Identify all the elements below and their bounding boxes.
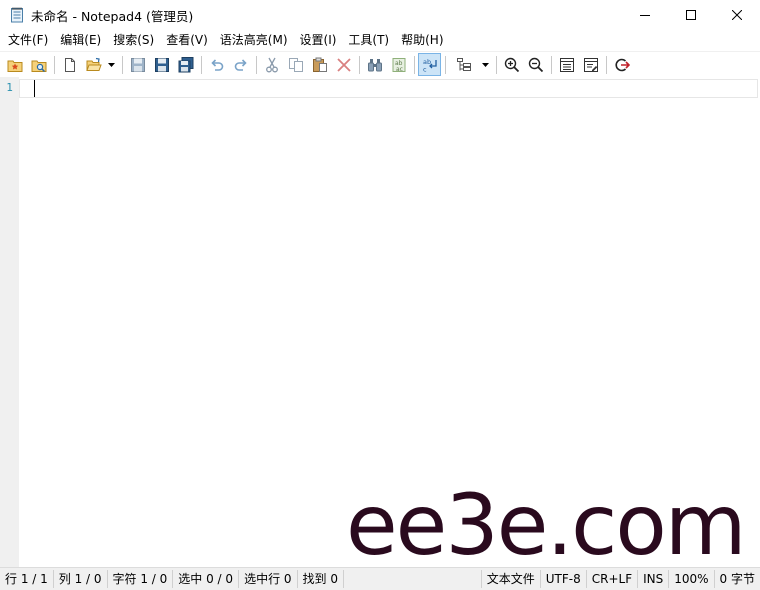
menu-syntax[interactable]: 语法高亮(M): [214, 30, 294, 51]
maximize-button[interactable]: [668, 0, 714, 30]
chevron-down-icon: [481, 62, 489, 67]
line-number: 1: [6, 81, 13, 94]
chevron-down-icon: [107, 62, 115, 67]
cut-icon: [265, 57, 278, 72]
view-icon: [559, 57, 574, 72]
open-recent-dropdown[interactable]: [106, 53, 116, 76]
copy-button[interactable]: [284, 53, 307, 76]
undo-button[interactable]: [205, 53, 228, 76]
menu-view[interactable]: 查看(V): [160, 30, 214, 51]
menu-settings[interactable]: 设置(I): [294, 30, 343, 51]
delete-icon: [336, 57, 351, 72]
toolbar-separator: [54, 55, 55, 74]
toolbar-separator: [201, 55, 202, 74]
delete-button[interactable]: [332, 53, 355, 76]
open-folder-icon: [85, 57, 102, 71]
toolbar-separator: [445, 55, 446, 74]
new-file-icon: [64, 57, 75, 72]
menu-file[interactable]: 文件(F): [2, 30, 54, 51]
toolbar: ab ac ab c: [0, 51, 760, 77]
scheme-icon: [456, 57, 471, 71]
zoom-in-icon: [504, 57, 519, 72]
toolbar-separator: [122, 55, 123, 74]
view-button[interactable]: [555, 53, 578, 76]
toolbar-separator: [606, 55, 607, 74]
minimize-icon: [640, 15, 650, 16]
notepad-icon: [9, 7, 25, 23]
status-selection: 选中 0 / 0: [173, 570, 240, 588]
zoom-in-button[interactable]: [500, 53, 523, 76]
zoom-out-icon: [528, 57, 543, 72]
zoom-out-button[interactable]: [524, 53, 547, 76]
status-chars: 字符 1 / 0: [108, 570, 174, 588]
close-button[interactable]: [714, 0, 760, 30]
copy-icon: [288, 57, 303, 72]
status-encoding[interactable]: UTF-8: [541, 570, 587, 588]
menu-search[interactable]: 搜索(S): [107, 30, 160, 51]
save-button[interactable]: [126, 53, 149, 76]
exit-button[interactable]: [610, 53, 633, 76]
status-zoom[interactable]: 100%: [669, 570, 715, 588]
properties-icon: [583, 57, 598, 72]
find-button[interactable]: [363, 53, 386, 76]
save-icon: [130, 57, 145, 72]
line-number-gutter: 1: [0, 77, 19, 567]
status-column[interactable]: 列 1 / 0: [54, 570, 108, 588]
save-as-button[interactable]: [150, 53, 173, 76]
undo-icon: [210, 58, 223, 71]
text-caret: [34, 80, 35, 97]
close-icon: [732, 10, 742, 20]
menu-tools[interactable]: 工具(T): [342, 30, 395, 51]
menu-bar: 文件(F) 编辑(E) 搜索(S) 查看(V) 语法高亮(M) 设置(I) 工具…: [0, 30, 760, 51]
status-size: 0 字节: [719, 572, 755, 586]
watermark: ee3e.com: [346, 476, 747, 574]
browse-folder-icon: [31, 60, 46, 72]
toolbar-separator: [551, 55, 552, 74]
minimize-button[interactable]: [622, 0, 668, 30]
open-button[interactable]: [82, 53, 105, 76]
status-line[interactable]: 行 1 / 1: [0, 570, 54, 588]
status-line-ending[interactable]: CR+LF: [587, 570, 639, 588]
menu-help[interactable]: 帮助(H): [395, 30, 449, 51]
toolbar-separator: [359, 55, 360, 74]
favorites-icon: [7, 60, 22, 72]
status-spacer: [344, 570, 482, 588]
status-bar: 行 1 / 1 列 1 / 0 字符 1 / 0 选中 0 / 0 选中行 0 …: [0, 567, 760, 590]
favorites-button[interactable]: [3, 53, 26, 76]
maximize-icon: [686, 10, 696, 20]
replace-icon: ab ac: [392, 57, 405, 73]
new-file-button[interactable]: [58, 53, 81, 76]
toolbar-separator: [414, 55, 415, 74]
word-wrap-button[interactable]: ab c: [418, 53, 441, 76]
redo-button[interactable]: [229, 53, 252, 76]
menu-edit[interactable]: 编辑(E): [54, 30, 107, 51]
cut-button[interactable]: [260, 53, 283, 76]
status-selected-lines: 选中行 0: [239, 570, 298, 588]
paste-button[interactable]: [308, 53, 331, 76]
status-file-type[interactable]: 文本文件: [482, 570, 541, 588]
toolbar-separator: [496, 55, 497, 74]
replace-button[interactable]: ab ac: [387, 53, 410, 76]
current-line-highlight: [19, 79, 758, 98]
redo-icon: [234, 58, 247, 71]
properties-button[interactable]: [579, 53, 602, 76]
exit-icon: [614, 58, 630, 71]
scheme-button[interactable]: [452, 53, 475, 76]
title-bar: 未命名 - Notepad4 (管理员): [0, 0, 760, 30]
svg-text:c: c: [423, 65, 427, 73]
svg-text:ac: ac: [396, 66, 403, 73]
paste-icon: [312, 57, 327, 72]
save-all-button[interactable]: [174, 53, 197, 76]
find-icon: [367, 58, 382, 71]
save-all-icon: [178, 56, 193, 72]
word-wrap-icon: ab c: [423, 58, 437, 73]
save-as-icon: [154, 57, 169, 72]
toolbar-separator: [256, 55, 257, 74]
status-insert-mode[interactable]: INS: [638, 570, 670, 588]
status-found: 找到 0: [298, 570, 344, 588]
window-title: 未命名 - Notepad4 (管理员): [31, 8, 194, 24]
scheme-dropdown[interactable]: [480, 53, 490, 76]
browse-button[interactable]: [27, 53, 50, 76]
